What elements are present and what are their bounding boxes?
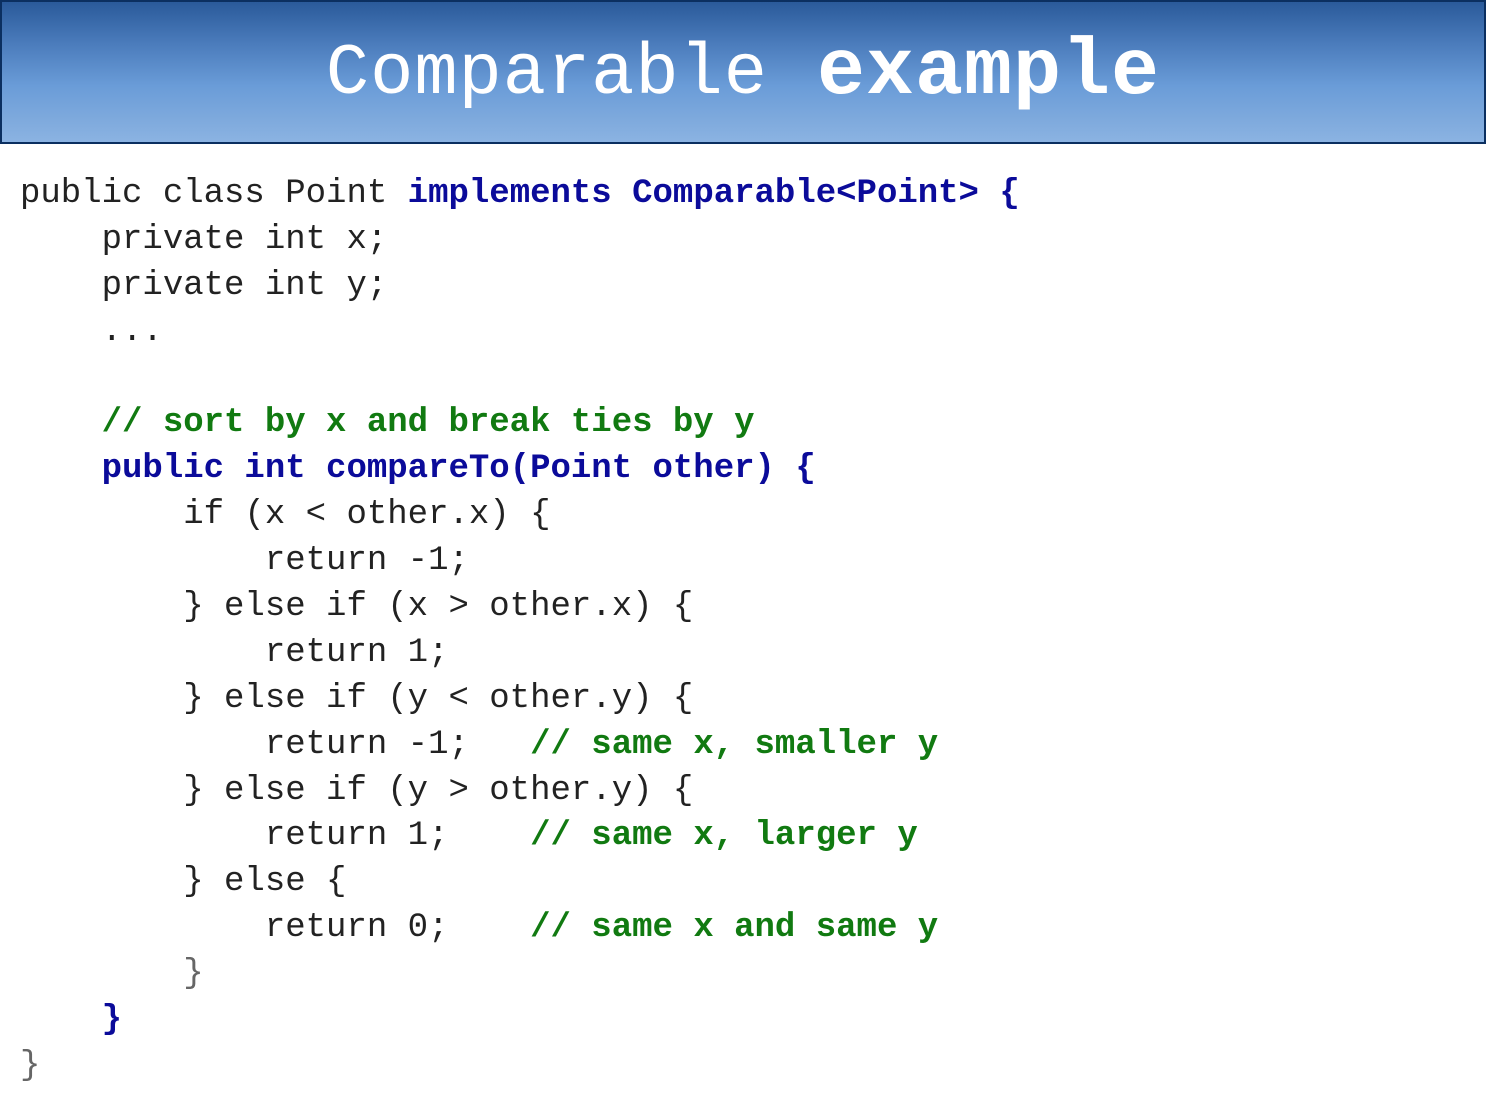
code-line-3: private int y; (20, 267, 387, 305)
code-line-12: } else if (y < other.y) { (20, 680, 693, 718)
code-line-15b-comment: // same x, larger y (530, 817, 918, 855)
code-line-4: ... (20, 313, 163, 351)
code-line-6-comment: // sort by x and break ties by y (20, 404, 755, 442)
code-line-15a: return 1; (20, 817, 530, 855)
code-line-20: } (20, 1047, 40, 1085)
code-line-19: } (20, 1001, 122, 1039)
code-line-17b-comment: // same x and same y (530, 909, 938, 947)
code-line-1a: public class Point (20, 175, 408, 213)
code-line-2: private int x; (20, 221, 387, 259)
title-bar: Comparable example (0, 0, 1486, 144)
code-line-13a: return -1; (20, 726, 530, 764)
code-block: public class Point implements Comparable… (0, 144, 1486, 1090)
code-line-10: } else if (x > other.x) { (20, 588, 693, 626)
code-line-18: } (20, 955, 204, 993)
code-line-8: if (x < other.x) { (20, 496, 551, 534)
code-line-13b-comment: // same x, smaller y (530, 726, 938, 764)
code-line-16: } else { (20, 863, 346, 901)
title-part2: example (768, 27, 1160, 118)
code-line-9: return -1; (20, 542, 469, 580)
code-line-14: } else if (y > other.y) { (20, 772, 693, 810)
title-part1: Comparable (326, 33, 768, 115)
slide-container: Comparable example public class Point im… (0, 0, 1486, 1114)
code-line-1b: implements Comparable<Point> { (408, 175, 1020, 213)
code-line-7: public int compareTo(Point other) { (20, 450, 816, 488)
slide-title: Comparable example (326, 27, 1160, 118)
code-line-17a: return 0; (20, 909, 530, 947)
code-line-11: return 1; (20, 634, 448, 672)
